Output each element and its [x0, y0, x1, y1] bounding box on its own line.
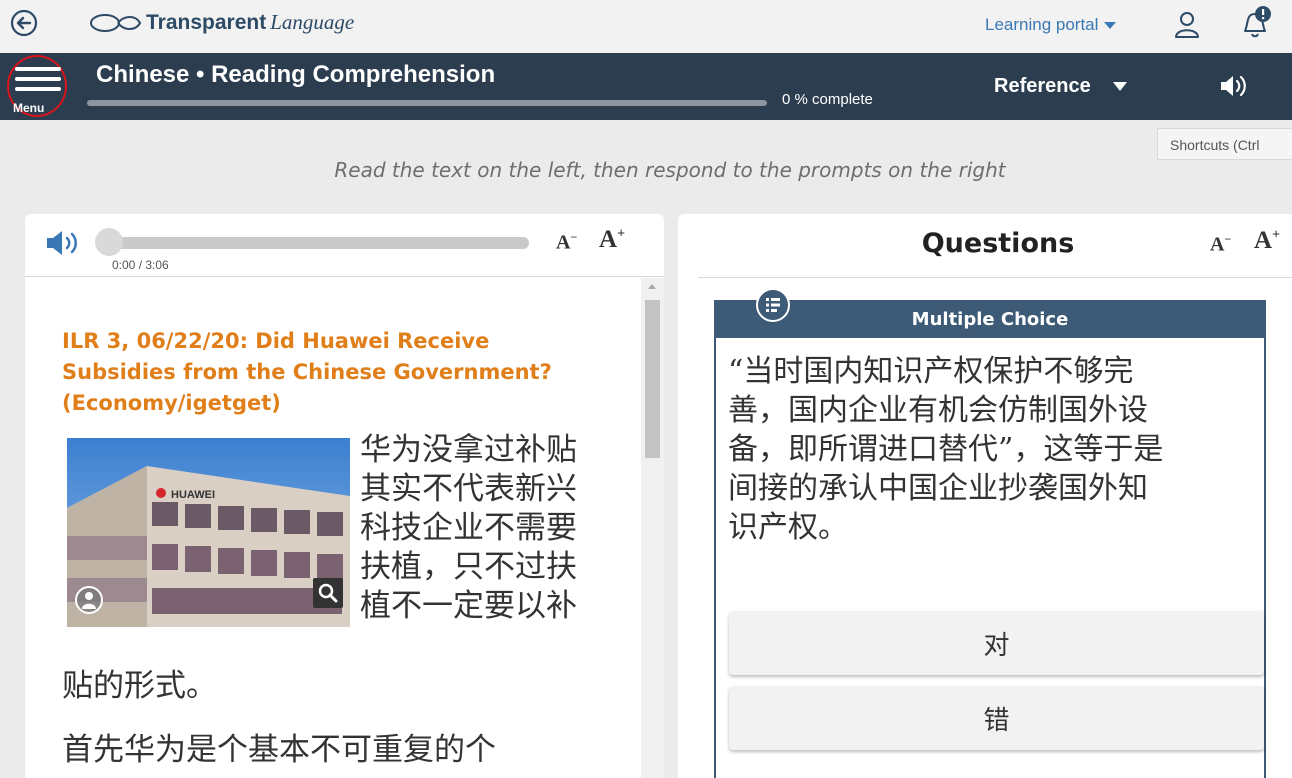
article-text-wrap: 华为没拿过补贴 其实不代表新兴 科技企业不需要 扶植，只不过扶 植不一定要以补: [360, 431, 625, 626]
user-icon[interactable]: [1173, 10, 1201, 40]
article-title-line: Subsidies from the Chinese Government?: [62, 360, 552, 384]
article-text-line: 扶植，只不过扶: [360, 549, 577, 585]
course-navbar: Menu Chinese • Reading Comprehension 0 %…: [0, 53, 1292, 120]
audio-player: 0:00 / 3:06 A− A+: [25, 214, 664, 277]
scroll-up-icon[interactable]: [648, 284, 656, 289]
font-decrease-button[interactable]: A−: [556, 230, 577, 255]
zoom-icon[interactable]: [313, 578, 343, 608]
speaker-icon[interactable]: [45, 228, 81, 258]
article-title-line: ILR 3, 06/22/20: Did Huawei Receive: [62, 329, 490, 353]
reading-text-area[interactable]: ILR 3, 06/22/20: Did Huawei Receive Subs…: [25, 278, 640, 778]
scrollbar-thumb[interactable]: [645, 300, 660, 458]
building-photo: HUAWEI: [67, 438, 350, 627]
learning-portal-label: Learning portal: [985, 15, 1099, 34]
back-arrow-icon[interactable]: [10, 9, 38, 37]
speaker-icon[interactable]: [1218, 73, 1248, 99]
chevron-down-icon: [1112, 82, 1127, 91]
questions-panel: Questions A− A+ Multiple Choice “当时国内知识产…: [678, 214, 1292, 778]
questions-title: Questions: [921, 228, 1075, 259]
audio-time: 0:00 / 3:06: [112, 258, 169, 272]
menu-button[interactable]: Menu: [7, 55, 67, 117]
font-increase-button[interactable]: A+: [1254, 227, 1280, 255]
learning-portal-dropdown[interactable]: Learning portal: [985, 15, 1117, 35]
article-text-line: 贴的形式。: [62, 668, 217, 704]
top-bar: Transparent Language Learning portal: [0, 0, 1292, 53]
question-prompt-line: 备，即所谓进口替代”，这等于是: [728, 432, 1164, 467]
font-increase-button[interactable]: A+: [599, 226, 625, 254]
chevron-down-icon: [1104, 21, 1117, 29]
reading-scrollbar[interactable]: [641, 278, 664, 778]
hamburger-menu-icon: [15, 67, 61, 97]
article-title-line: (Economy/igetget): [62, 391, 281, 415]
image-sign-text: HUAWEI: [171, 489, 215, 501]
progress-bar: [87, 100, 767, 106]
divider: [698, 277, 1292, 278]
answer-option-true[interactable]: 对: [729, 611, 1264, 675]
logo-text-bold: Transparent: [146, 10, 267, 34]
question-prompt-line: 善，国内企业有机会仿制国外设: [728, 393, 1148, 428]
reference-label: Reference: [994, 75, 1091, 97]
question-prompt-line: 识产权。: [728, 510, 848, 545]
article-paragraph: 首先华为是个基本不可重复的个: [62, 732, 496, 768]
reference-dropdown[interactable]: Reference: [994, 75, 1127, 98]
logo-mark-icon: [90, 13, 142, 32]
article-text-line: 植不一定要以补: [360, 588, 577, 624]
question-prompt-line: 间接的承认中国企业抄袭国外知: [728, 471, 1148, 506]
answer-option-false[interactable]: 错: [729, 686, 1264, 750]
question-type-label: Multiple Choice: [716, 302, 1264, 338]
question-prompt-line: “当时国内知识产权保护不够完: [728, 354, 1134, 389]
menu-label: Menu: [13, 101, 45, 115]
article-text-line: 华为没拿过补贴: [360, 432, 577, 468]
font-decrease-button[interactable]: A−: [1210, 232, 1231, 257]
logo-text-italic: Language: [270, 10, 355, 34]
progress-text: 0 % complete: [782, 91, 873, 108]
person-icon[interactable]: [75, 586, 103, 614]
article-text-line: 科技企业不需要: [360, 510, 577, 546]
multiple-choice-card: Multiple Choice “当时国内知识产权保护不够完 善，国内企业有机会…: [714, 288, 1266, 778]
article-image: HUAWEI: [67, 438, 350, 627]
audio-seek-bar[interactable]: [109, 237, 529, 249]
shortcuts-tab[interactable]: Shortcuts (Ctrl: [1157, 128, 1292, 160]
instruction-text: Read the text on the left, then respond …: [334, 158, 1006, 182]
reading-panel: 0:00 / 3:06 A− A+ ILR 3, 06/22/20: Did H…: [25, 214, 664, 778]
course-title: Chinese • Reading Comprehension: [96, 61, 496, 88]
logo: Transparent Language: [88, 10, 354, 35]
article-text-line: 其实不代表新兴: [360, 471, 577, 507]
list-icon: [756, 288, 790, 322]
bell-notification-icon[interactable]: [1237, 5, 1273, 39]
question-prompt: “当时国内知识产权保护不够完 善，国内企业有机会仿制国外设 备，即所谓进口替代”…: [728, 352, 1258, 547]
article-title: ILR 3, 06/22/20: Did Huawei Receive Subs…: [62, 326, 622, 419]
audio-seek-handle[interactable]: [95, 228, 123, 256]
